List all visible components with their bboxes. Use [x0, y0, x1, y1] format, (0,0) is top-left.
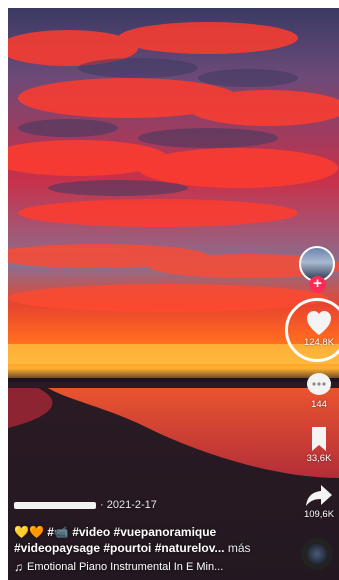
- username-redacted[interactable]: [14, 501, 96, 509]
- caption-emojis: 💛🧡 #📹: [14, 525, 69, 539]
- comment-button[interactable]: 144: [299, 372, 339, 410]
- bookmark-icon: [312, 427, 326, 451]
- music-note-icon: ♫: [14, 560, 23, 574]
- caption-line-1: 💛🧡 #📹 #video #vuepanoramique: [14, 524, 304, 540]
- comment-icon: [307, 373, 331, 395]
- post-date: 2021-2-17: [106, 499, 157, 511]
- bookmark-count: 33,6K: [306, 453, 332, 464]
- post-date-separator: ·: [100, 499, 107, 511]
- post-caption: · 2021-2-17 💛🧡 #📹 #video #vuepanoramique…: [14, 498, 304, 574]
- video-player[interactable]: + 124,8K 144 33,6K 109,6K · 2021-2-17 💛🧡…: [8, 8, 339, 580]
- bookmark-button[interactable]: 33,6K: [299, 426, 339, 464]
- follow-button[interactable]: +: [309, 276, 326, 293]
- post-meta: · 2021-2-17: [14, 498, 304, 512]
- action-rail: + 124,8K 144 33,6K 109,6K: [285, 8, 339, 580]
- hashtags-line-2[interactable]: #videopaysage #pourtoi #naturelov...: [14, 541, 225, 555]
- like-button[interactable]: 124,8K: [285, 298, 339, 362]
- music-track-name: Emotional Piano Instrumental In E Min...: [27, 561, 224, 573]
- caption-line-2: #videopaysage #pourtoi #naturelov... más: [14, 540, 304, 556]
- hashtags-line-1[interactable]: #video #vuepanoramique: [72, 525, 216, 539]
- music-disc-icon[interactable]: [301, 538, 333, 570]
- share-icon: [306, 485, 332, 506]
- share-button[interactable]: 109,6K: [299, 482, 339, 520]
- more-link[interactable]: más: [228, 541, 251, 555]
- music-track[interactable]: ♫ Emotional Piano Instrumental In E Min.…: [14, 560, 304, 574]
- comment-count: 144: [311, 399, 327, 410]
- share-count: 109,6K: [303, 509, 335, 520]
- post-description: 💛🧡 #📹 #video #vuepanoramique #videopaysa…: [14, 524, 304, 556]
- video-frame: [8, 8, 339, 580]
